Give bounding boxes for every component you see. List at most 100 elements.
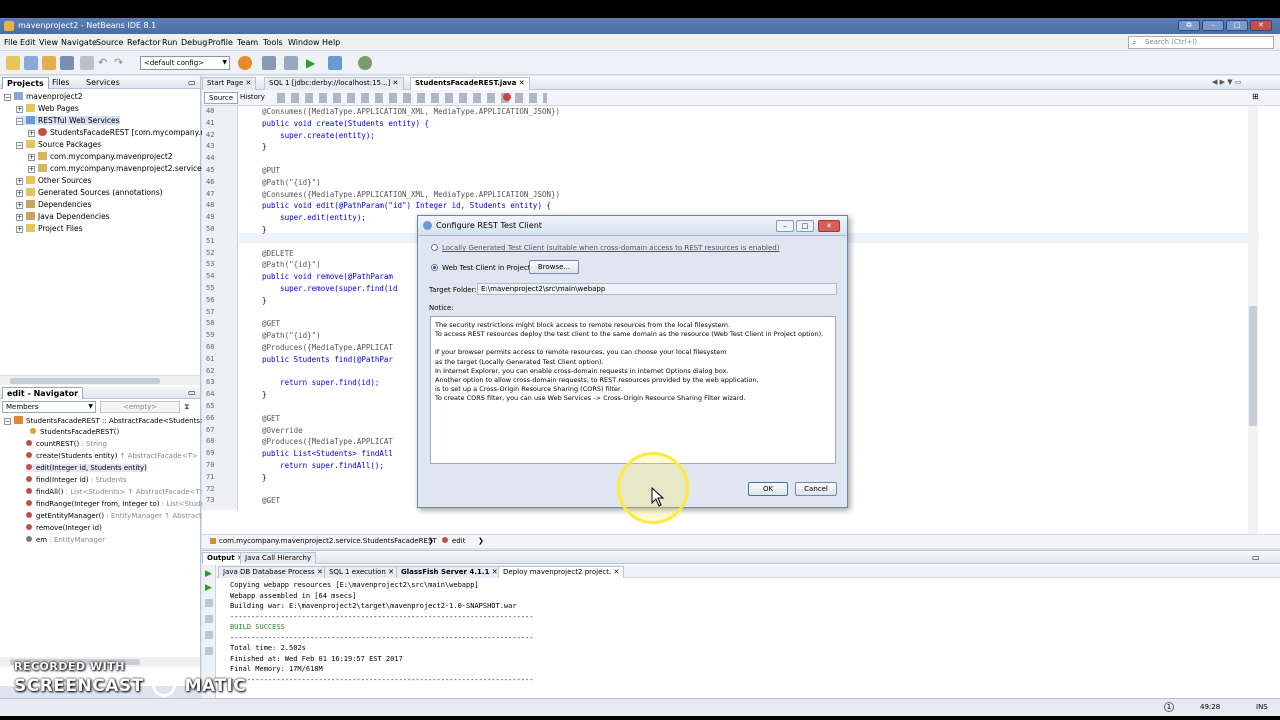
code-line[interactable]: super.edit(entity); <box>262 213 366 222</box>
list-item[interactable]: StudentsFacadeREST() <box>30 428 119 436</box>
close-icon[interactable]: ✕ <box>519 79 525 87</box>
profile-icon[interactable] <box>358 56 372 70</box>
tree-item-web-pages[interactable]: + Web Pages <box>16 104 79 113</box>
code-line[interactable]: @Produces({MediaType.APPLICAT <box>262 437 393 446</box>
dialog-maximize-button[interactable]: □ <box>796 220 814 232</box>
clear-icon[interactable] <box>205 647 213 655</box>
list-item[interactable]: findRange(Integer from, Integer to) : Li… <box>26 500 209 508</box>
code-line[interactable]: @GET <box>262 414 280 423</box>
breadcrumb-class[interactable]: com.mycompany.mavenproject2.service.Stud… <box>210 537 437 545</box>
build-icon[interactable] <box>262 56 276 70</box>
close-icon[interactable]: ✕ <box>613 568 619 576</box>
subtab-glassfish[interactable]: GlassFish Server 4.1.1 ✕ <box>396 566 503 578</box>
menu-tools[interactable]: Tools <box>263 38 283 47</box>
code-line[interactable]: } <box>262 225 267 234</box>
subtab-deploy[interactable]: Deploy mavenproject2 project. ✕ <box>498 566 625 578</box>
tab-files[interactable]: Files <box>48 77 74 88</box>
code-line[interactable]: } <box>262 473 267 482</box>
menu-edit[interactable]: Edit <box>20 38 36 47</box>
list-item[interactable]: em : EntityManager <box>26 536 105 544</box>
menu-help[interactable]: Help <box>322 38 340 47</box>
list-item[interactable]: create(Students entity) ↑ AbstractFacade… <box>26 452 198 460</box>
save-icon[interactable] <box>80 56 94 70</box>
code-line[interactable]: return super.find(id); <box>262 378 379 387</box>
source-tab[interactable]: Source <box>204 92 239 104</box>
dialog-close-button[interactable]: ✕ <box>818 220 840 232</box>
editor-vertical-scrollbar[interactable] <box>1248 106 1258 536</box>
new-file-icon[interactable] <box>6 56 20 70</box>
expand-icon[interactable]: + <box>28 130 35 137</box>
expand-icon[interactable]: + <box>16 178 23 185</box>
tab-java-call-hierarchy[interactable]: Java Call Hierarchy <box>240 552 317 564</box>
menu-view[interactable]: View <box>39 38 58 47</box>
settings-icon[interactable] <box>205 615 213 623</box>
collapse-icon[interactable]: − <box>4 418 11 425</box>
code-line[interactable]: } <box>262 142 267 151</box>
notice-text-area[interactable]: The security restrictions might block ac… <box>430 316 836 464</box>
tab-studentsfacaderest[interactable]: StudentsFacadeREST.java ✕ <box>410 77 530 90</box>
radio-circle-selected[interactable] <box>431 264 438 271</box>
rerun-goals-icon[interactable]: ▶ <box>205 583 212 593</box>
radio-local[interactable]: Locally Generated Test Client (suitable … <box>431 244 779 252</box>
tree-item-package[interactable]: + com.mycompany.mavenproject2.service <box>28 164 202 173</box>
list-item[interactable]: countREST() : String <box>26 440 107 448</box>
expand-icon[interactable]: + <box>16 226 23 233</box>
browse-button[interactable]: Browse... <box>529 260 579 274</box>
code-line[interactable]: public Students find(@PathPar <box>262 355 393 364</box>
members-filter-select[interactable]: Members ▼ <box>2 401 96 413</box>
code-line[interactable]: public void edit(@PathParam("id") Intege… <box>262 201 551 210</box>
close-icon[interactable]: ✕ <box>492 568 498 576</box>
save-all-icon[interactable] <box>60 56 74 70</box>
minimize-panel-icon[interactable]: ▭ <box>188 78 196 87</box>
minimize-panel-icon[interactable]: ▭ <box>188 388 196 397</box>
redo-icon[interactable]: ↷ <box>114 56 128 70</box>
close-icon[interactable]: ✕ <box>393 79 399 87</box>
code-line[interactable]: @PUT <box>262 166 280 175</box>
code-line[interactable]: @Path("{id}") <box>262 331 321 340</box>
minimize-button[interactable]: – <box>1202 20 1224 31</box>
expand-icon[interactable]: + <box>16 190 23 197</box>
code-line[interactable]: public void create(Students entity) { <box>262 119 429 128</box>
code-line[interactable]: super.create(entity); <box>262 131 375 140</box>
tree-item-java-dependencies[interactable]: + Java Dependencies <box>16 212 110 221</box>
collapse-icon[interactable]: − <box>16 118 23 125</box>
list-item[interactable]: getEntityManager() : EntityManager ↑ Abs… <box>26 512 213 520</box>
navigator-root[interactable]: − StudentsFacadeREST :: AbstractFacade<St… <box>4 416 206 425</box>
tree-item-project[interactable]: − mavenproject2 <box>4 92 83 101</box>
radio-circle[interactable] <box>431 244 438 251</box>
close-icon[interactable]: ✕ <box>246 79 252 87</box>
menu-team[interactable]: Team <box>237 38 258 47</box>
breadcrumb-method[interactable]: edit <box>442 537 465 545</box>
expand-icon[interactable]: + <box>16 214 23 221</box>
menu-navigate[interactable]: Navigate <box>61 38 97 47</box>
code-line[interactable]: } <box>262 296 267 305</box>
empty-filter-select[interactable]: <empty> <box>100 401 180 413</box>
close-icon[interactable]: ✕ <box>388 568 394 576</box>
maximize-button[interactable]: □ <box>1226 20 1248 31</box>
wrap-icon[interactable] <box>205 631 213 639</box>
cancel-button[interactable]: Cancel <box>795 482 837 496</box>
list-item[interactable]: find(Integer id) : Students <box>26 476 127 484</box>
horizontal-scrollbar[interactable] <box>0 375 200 385</box>
tab-sql1[interactable]: SQL 1 [jdbc:derby://localhost:15...] ✕ <box>264 77 404 90</box>
menu-profile[interactable]: Profile <box>208 38 233 47</box>
scrollbar-thumb[interactable] <box>1249 306 1257 426</box>
code-line[interactable]: @GET <box>262 496 280 505</box>
menu-file[interactable]: File <box>4 38 17 47</box>
browser-icon[interactable] <box>238 56 252 70</box>
code-line[interactable]: super.remove(super.find(id <box>262 284 397 293</box>
expand-editor-icon[interactable]: ⊞ <box>1252 92 1259 101</box>
restore-icon[interactable]: ⧉ <box>1178 20 1200 31</box>
menu-run[interactable]: Run <box>162 38 177 47</box>
config-select[interactable]: <default config> ▼ <box>140 56 230 70</box>
menu-source[interactable]: Source <box>96 38 123 47</box>
notifications-icon[interactable]: 1 <box>1164 702 1174 712</box>
expand-icon[interactable]: + <box>28 166 35 173</box>
new-project-icon[interactable] <box>24 56 38 70</box>
debug-icon[interactable] <box>328 56 342 70</box>
undo-icon[interactable]: ↶ <box>98 56 112 70</box>
history-icon[interactable]: ⧗ <box>184 402 190 412</box>
code-line[interactable]: @Produces({MediaType.APPLICAT <box>262 343 393 352</box>
code-line[interactable]: @Path("{id}") <box>262 178 321 187</box>
list-item[interactable]: findAll() : List<Students> ↑ AbstractFac… <box>26 488 206 496</box>
